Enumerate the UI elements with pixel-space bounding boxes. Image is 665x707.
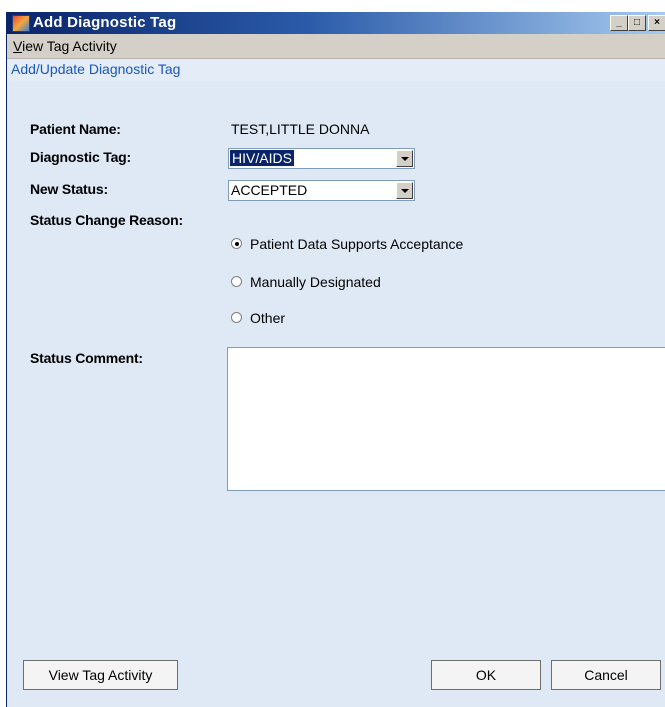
cancel-button[interactable]: Cancel — [551, 660, 661, 690]
minimize-button[interactable]: _ — [610, 15, 628, 31]
reason-option-label: Patient Data Supports Acceptance — [250, 236, 464, 252]
radio-unchecked-icon[interactable] — [231, 312, 242, 323]
window-title: Add Diagnostic Tag — [33, 14, 177, 31]
menu-view-tag-activity[interactable]: View Tag Activity — [13, 38, 117, 54]
reason-option-label: Manually Designated — [250, 274, 381, 290]
status-change-reason-label: Status Change Reason: — [30, 212, 183, 228]
new-status-select[interactable]: ACCEPTED — [228, 180, 415, 201]
diagnostic-tag-selected-value: HIV/AIDS — [230, 150, 294, 166]
diagnostic-tag-label: Diagnostic Tag: — [30, 149, 131, 165]
status-comment-textarea[interactable] — [227, 347, 665, 491]
reason-option-label: Other — [250, 310, 286, 326]
patient-name-label: Patient Name: — [30, 121, 121, 137]
dialog-window: Add Diagnostic Tag _ □ × View Tag Activi… — [6, 12, 665, 707]
diagnostic-tag-select[interactable]: HIV/AIDS — [228, 148, 415, 169]
close-button[interactable]: × — [648, 15, 665, 31]
patient-name-value: TEST,LITTLE DONNA — [231, 121, 370, 137]
maximize-button[interactable]: □ — [628, 15, 646, 31]
chevron-down-icon[interactable] — [396, 150, 413, 167]
new-status-label: New Status: — [30, 181, 108, 197]
menu-bar: View Tag Activity — [7, 34, 665, 59]
new-status-selected-value: ACCEPTED — [231, 182, 308, 198]
title-bar[interactable]: Add Diagnostic Tag _ □ × — [7, 12, 665, 34]
radio-checked-icon[interactable] — [231, 238, 242, 249]
menu-hotkey: V — [13, 38, 23, 54]
status-comment-label: Status Comment: — [30, 350, 143, 366]
group-header-text: Add/Update Diagnostic Tag — [11, 61, 181, 77]
group-header: Add/Update Diagnostic Tag — [7, 59, 665, 81]
ok-button[interactable]: OK — [431, 660, 541, 690]
app-icon — [12, 15, 30, 32]
chevron-down-icon[interactable] — [396, 182, 413, 199]
view-tag-activity-button[interactable]: View Tag Activity — [23, 660, 178, 690]
radio-unchecked-icon[interactable] — [231, 276, 242, 287]
menu-label: iew Tag Activity — [22, 38, 117, 54]
